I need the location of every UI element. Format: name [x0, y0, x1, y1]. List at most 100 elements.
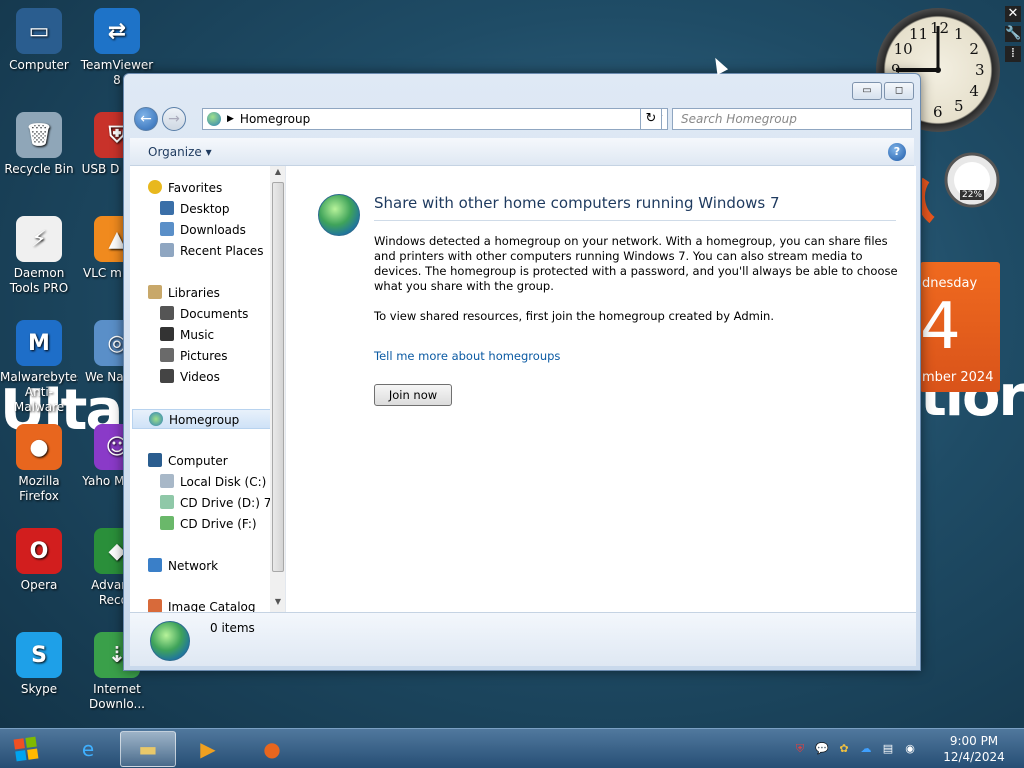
nav-computer[interactable]: Computer [148, 451, 285, 471]
nav-music[interactable]: Music [160, 325, 285, 345]
nav-desktop[interactable]: Desktop [160, 199, 285, 219]
daemon-tools-icon: ⚡ [16, 216, 62, 262]
back-button[interactable]: ← [134, 107, 158, 131]
disk-icon [160, 474, 174, 488]
desktop-icon-label: Recycle Bin [4, 162, 74, 176]
libraries-icon [148, 285, 162, 299]
homegroup-help-link[interactable]: Tell me more about homegroups [374, 349, 560, 363]
nav-downloads[interactable]: Downloads [160, 220, 285, 240]
taskbar-ie[interactable]: e [60, 731, 116, 767]
nav-label: Homegroup [169, 413, 240, 427]
skype-icon: S [16, 632, 62, 678]
nav-image-catalog[interactable]: Image Catalog [148, 597, 285, 612]
organize-button[interactable]: Organize ▾ [148, 145, 212, 159]
nav-label: Computer [168, 454, 228, 468]
desktop-icon-recycle-bin[interactable]: 🗑 Recycle Bin [0, 112, 78, 177]
desktop-icon-malwarebytes[interactable]: M Malwarebytes Anti-Malware [0, 320, 78, 415]
nav-scrollbar[interactable]: ▲ ▼ [270, 166, 285, 612]
clock-number: 10 [893, 40, 913, 58]
calendar-gadget[interactable]: dnesday 4 mber 2024 [920, 262, 1000, 392]
gadget-close-icon[interactable]: ✕ [1005, 6, 1021, 22]
media-player-icon: ▶ [200, 737, 216, 761]
nav-libraries[interactable]: Libraries [148, 283, 285, 303]
scroll-up-icon[interactable]: ▲ [270, 167, 285, 181]
address-bar[interactable]: ▶ Homegroup ▼ [202, 108, 668, 130]
pictures-icon [160, 348, 174, 362]
cpu-meter-gadget[interactable]: 22% [916, 150, 1000, 230]
volume-icon[interactable]: ◉ [902, 741, 918, 757]
breadcrumb-arrow-icon[interactable]: ▶ [227, 114, 234, 124]
recycle-bin-icon: 🗑 [16, 112, 62, 158]
star-icon [148, 180, 162, 194]
image-catalog-icon [148, 599, 162, 612]
gadget-drag-icon[interactable]: ⁞ [1005, 46, 1021, 62]
nav-pictures[interactable]: Pictures [160, 346, 285, 366]
homegroup-icon [207, 112, 221, 126]
gadget-options-icon[interactable]: 🔧 [1005, 26, 1021, 42]
tools-icon[interactable]: ✿ [836, 741, 852, 757]
cd-drive-icon [160, 495, 174, 509]
desktop-icon-opera[interactable]: O Opera [0, 528, 78, 593]
nav-documents[interactable]: Documents [160, 304, 285, 324]
desktop-icon-label: Opera [20, 578, 58, 592]
nav-cd-drive-d[interactable]: CD Drive (D:) 700 [160, 493, 285, 513]
nav-homegroup[interactable]: Homegroup [132, 409, 272, 429]
downloads-icon [160, 222, 174, 236]
desktop-icon-skype[interactable]: S Skype [0, 632, 78, 697]
nav-local-disk[interactable]: Local Disk (C:) [160, 472, 285, 492]
folder-icon: ▬ [138, 737, 158, 761]
scroll-thumb[interactable] [272, 182, 284, 572]
internet-explorer-icon: e [81, 737, 95, 761]
taskbar-firefox[interactable]: ● [244, 731, 300, 767]
page-title: Share with other home computers running … [374, 194, 780, 212]
calendar-date: 4 [920, 290, 961, 364]
desktop-icon-firefox[interactable]: ● Mozilla Firefox [0, 424, 78, 504]
minimize-button[interactable]: ▭ [852, 82, 882, 100]
scroll-down-icon[interactable]: ▼ [270, 597, 285, 611]
nav-network[interactable]: Network [148, 556, 285, 576]
nav-favorites[interactable]: Favorites [148, 178, 285, 198]
start-button[interactable] [6, 731, 46, 767]
nav-label: Image Catalog [168, 600, 256, 612]
network-tray-icon[interactable]: ▤ [880, 741, 896, 757]
item-count: 0 items [210, 621, 255, 635]
refresh-button[interactable]: ↻ [640, 108, 662, 130]
taskbar-clock[interactable]: 9:00 PM 12/4/2024 [932, 733, 1016, 765]
gadget-tools: ✕ 🔧 ⁞ [1005, 6, 1021, 66]
title-divider [374, 220, 896, 221]
maximize-button[interactable]: ◻ [884, 82, 914, 100]
join-now-button[interactable]: Join now [374, 384, 452, 406]
nav-videos[interactable]: Videos [160, 367, 285, 387]
clock-number: 1 [954, 24, 964, 43]
desktop-icon-daemon-tools[interactable]: ⚡ Daemon Tools PRO [0, 216, 78, 296]
desktop-icon-label: Malwarebytes Anti-Malware [0, 370, 78, 414]
nav-recent[interactable]: Recent Places [160, 241, 285, 261]
opera-icon: O [16, 528, 62, 574]
security-shield-icon[interactable]: ⛨ [792, 741, 808, 757]
homegroup-globe-icon [318, 194, 360, 236]
nav-label: Documents [180, 307, 249, 321]
search-input[interactable]: Search Homegroup [672, 108, 912, 130]
cloud-icon[interactable]: ☁ [858, 741, 874, 757]
desktop-icon [160, 201, 174, 215]
desktop-icon-label: Computer [9, 58, 69, 72]
nav-label: Libraries [168, 286, 220, 300]
chat-icon[interactable]: 💬 [814, 741, 830, 757]
homegroup-view-text: To view shared resources, first join the… [374, 309, 774, 323]
forward-button[interactable]: → [162, 107, 186, 131]
navigation-pane: Favorites Desktop Downloads Recent Place… [130, 166, 286, 612]
help-icon[interactable]: ? [888, 143, 906, 161]
command-bar: Organize ▾ ? [130, 138, 914, 166]
nav-cd-drive-f[interactable]: CD Drive (F:) [160, 514, 285, 534]
desktop-icon-computer[interactable]: ▭ Computer [0, 8, 78, 73]
recent-places-icon [160, 243, 174, 257]
taskbar-media-player[interactable]: ▶ [180, 731, 236, 767]
nav-label: Pictures [180, 349, 228, 363]
homegroup-description: Windows detected a homegroup on your net… [374, 234, 898, 293]
documents-icon [160, 306, 174, 320]
clock-number: 4 [969, 82, 979, 100]
clock-number: 3 [975, 61, 985, 79]
clock-time: 9:00 PM [949, 734, 999, 748]
taskbar-explorer[interactable]: ▬ [120, 731, 176, 767]
nav-label: Music [180, 328, 215, 342]
